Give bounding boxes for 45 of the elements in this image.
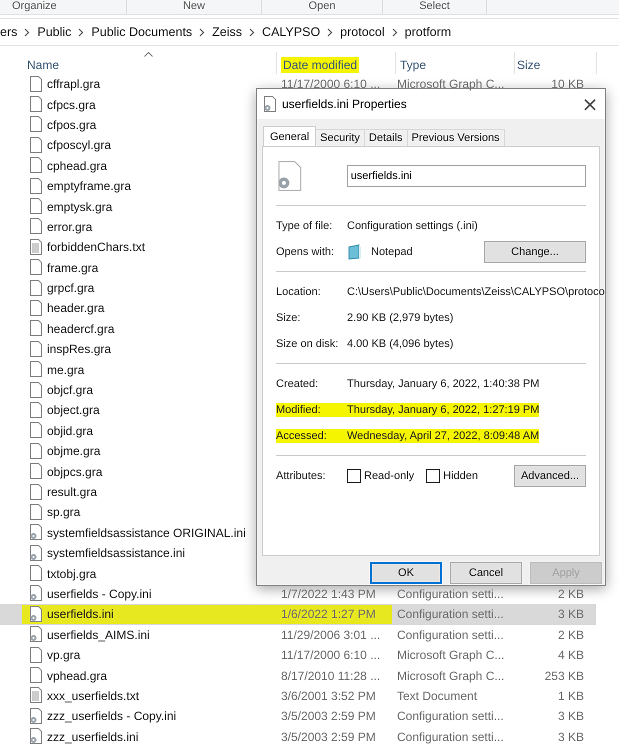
- property-label: Location:: [276, 285, 322, 299]
- date-cell: 11/17/2000 6:10 ...: [281, 77, 380, 92]
- property-value: C:\Users\Public\Documents\Zeiss\CALYPSO\protoco: [347, 285, 605, 299]
- property-value: Notepad: [371, 245, 413, 259]
- property-label: Created:: [276, 377, 320, 391]
- type-cell: Microsoft Graph C...: [397, 77, 504, 92]
- type-cell: Configuration setti...: [397, 586, 504, 601]
- property-label: Modified:: [276, 403, 347, 417]
- date-cell: 3/6/2001 3:52 PM: [281, 688, 376, 703]
- property-label: Size:: [276, 311, 302, 325]
- date-cell: 3/5/2003 2:59 PM: [281, 730, 376, 744]
- size-cell: 4 KB: [558, 648, 584, 662]
- type-cell: Configuration setti...: [397, 628, 504, 642]
- property-value: Thursday, January 6, 2022, 1:27:19 PM: [347, 403, 540, 417]
- date-cell: 3/5/2003 2:59 PM: [281, 709, 376, 724]
- property-value: 2.90 KB (2,979 bytes): [347, 311, 454, 325]
- property-value: 4.00 KB (4,096 bytes): [347, 337, 454, 351]
- date-cell: 1/7/2022 1:43 PM: [281, 586, 376, 601]
- date-cell: 11/29/2006 3:01 ...: [281, 628, 380, 642]
- size-cell: 10 KB: [551, 77, 584, 92]
- size-cell: 3 KB: [558, 709, 584, 724]
- date-cell: 11/17/2000 6:10 ...: [281, 648, 380, 662]
- size-cell: 2 KB: [558, 628, 584, 642]
- dialog-title: userfields.ini Properties: [282, 97, 408, 111]
- type-cell: Microsoft Graph C...: [397, 648, 504, 662]
- type-cell: Configuration setti...: [397, 709, 504, 724]
- size-cell: 2 KB: [558, 586, 584, 601]
- property-value: Thursday, January 6, 2022, 1:40:38 PM: [347, 377, 540, 391]
- property-label: Opens with:: [276, 245, 336, 259]
- size-cell: 3 KB: [558, 607, 584, 622]
- type-cell: Text Document: [397, 688, 478, 703]
- type-cell: Microsoft Graph C...: [397, 668, 504, 683]
- property-value: Configuration settings (.ini): [347, 219, 478, 233]
- size-cell: 1 KB: [558, 688, 584, 703]
- size-cell: 253 KB: [544, 668, 584, 683]
- date-cell: 8/17/2010 11:28 ...: [281, 668, 380, 683]
- property-value: Wednesday, April 27, 2022, 8:09:48 AM: [347, 429, 540, 443]
- type-cell: Configuration setti...: [397, 607, 504, 622]
- type-cell: Configuration setti...: [397, 730, 504, 744]
- property-label: Type of file:: [276, 219, 334, 233]
- date-cell: 1/6/2022 1:27 PM: [281, 607, 376, 622]
- property-label: Size on disk:: [276, 337, 340, 351]
- size-cell: 3 KB: [558, 730, 584, 744]
- property-label: Attributes:: [276, 469, 327, 483]
- property-label: Accessed:: [276, 429, 347, 443]
